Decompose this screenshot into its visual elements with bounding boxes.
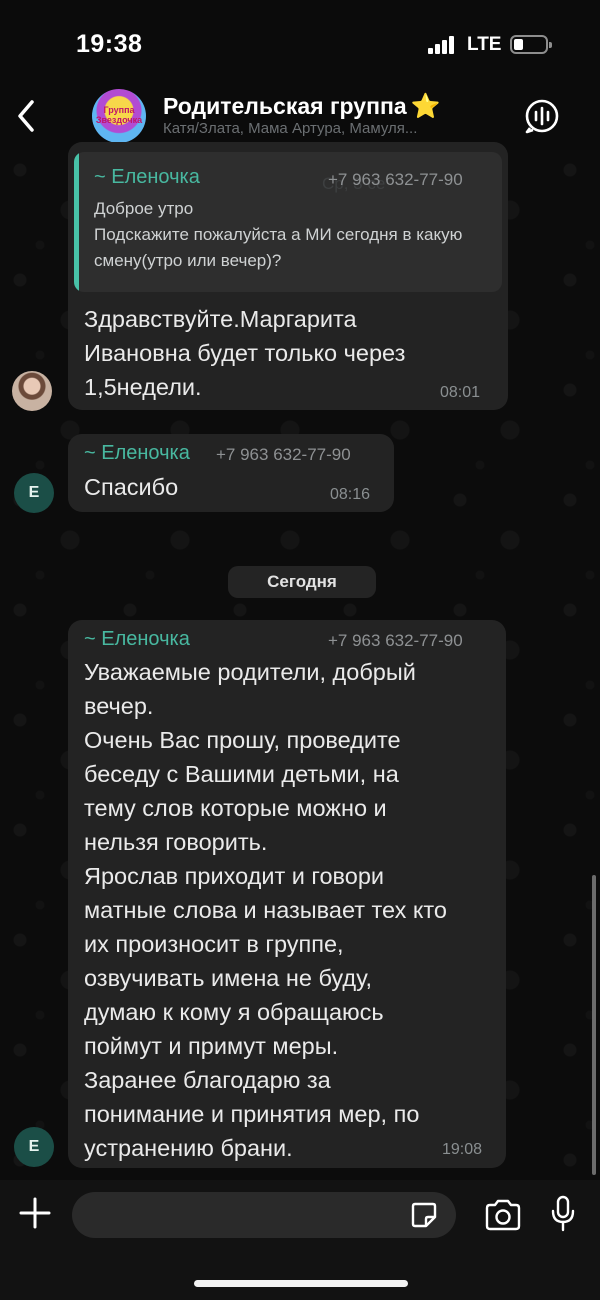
quote-phone: +7 963 632-77-90	[328, 170, 463, 189]
status-time: 19:38	[76, 30, 143, 58]
chat-title[interactable]: Родительская группа ⭐	[163, 92, 441, 121]
quoted-message[interactable]: ~ Еленочка Ср, 3 се +7 963 632-77-90 Доб…	[74, 152, 502, 292]
message-sender[interactable]: ~ Еленочка	[84, 628, 190, 651]
sticker-icon[interactable]	[410, 1201, 438, 1229]
quote-text: Доброе утро Подскажите пожалуйста а МИ с…	[94, 199, 463, 270]
message-time: 08:01	[440, 384, 481, 401]
sender-avatar[interactable]	[12, 371, 52, 411]
chevron-left-icon[interactable]	[12, 96, 42, 136]
home-indicator[interactable]	[194, 1280, 408, 1287]
message-sender[interactable]: ~ Еленочка	[84, 442, 190, 465]
network-type: LTE	[467, 34, 502, 55]
quote-accent-bar	[74, 152, 79, 292]
camera-icon[interactable]	[484, 1199, 522, 1231]
scrollbar[interactable]	[592, 875, 596, 1175]
group-avatar[interactable]: Группа Звездочка	[92, 89, 146, 143]
sender-avatar[interactable]: Е	[14, 1127, 54, 1167]
message-input[interactable]	[72, 1192, 456, 1238]
voice-call-icon[interactable]	[524, 98, 560, 134]
quote-sender: ~ Еленочка	[94, 166, 200, 188]
message-text: Уважаемые родители, добрый вечер. Очень …	[84, 659, 447, 1161]
sender-avatar[interactable]: Е	[14, 473, 54, 513]
signal-icon	[428, 36, 456, 54]
microphone-icon[interactable]	[550, 1195, 576, 1233]
status-bar: 19:38 LTE	[0, 0, 600, 80]
group-avatar-label: Группа Звездочка	[95, 105, 143, 125]
message-text: Здравствуйте.Маргарита Ивановна будет то…	[84, 306, 406, 400]
battery-icon	[510, 35, 552, 54]
plus-icon[interactable]	[18, 1196, 52, 1230]
chat-members[interactable]: Катя/Злата, Мама Артура, Мамуля...	[163, 120, 493, 137]
message-time: 08:16	[330, 486, 371, 503]
input-bar	[0, 1180, 600, 1300]
message-phone: +7 963 632-77-90	[216, 445, 351, 464]
message-text: Спасибо	[84, 474, 179, 500]
message-phone: +7 963 632-77-90	[328, 631, 463, 650]
date-separator: Сегодня	[228, 566, 376, 598]
star-icon: ⭐	[410, 93, 441, 120]
chat-title-text: Родительская группа	[163, 93, 407, 119]
message-time: 19:08	[442, 1141, 483, 1158]
